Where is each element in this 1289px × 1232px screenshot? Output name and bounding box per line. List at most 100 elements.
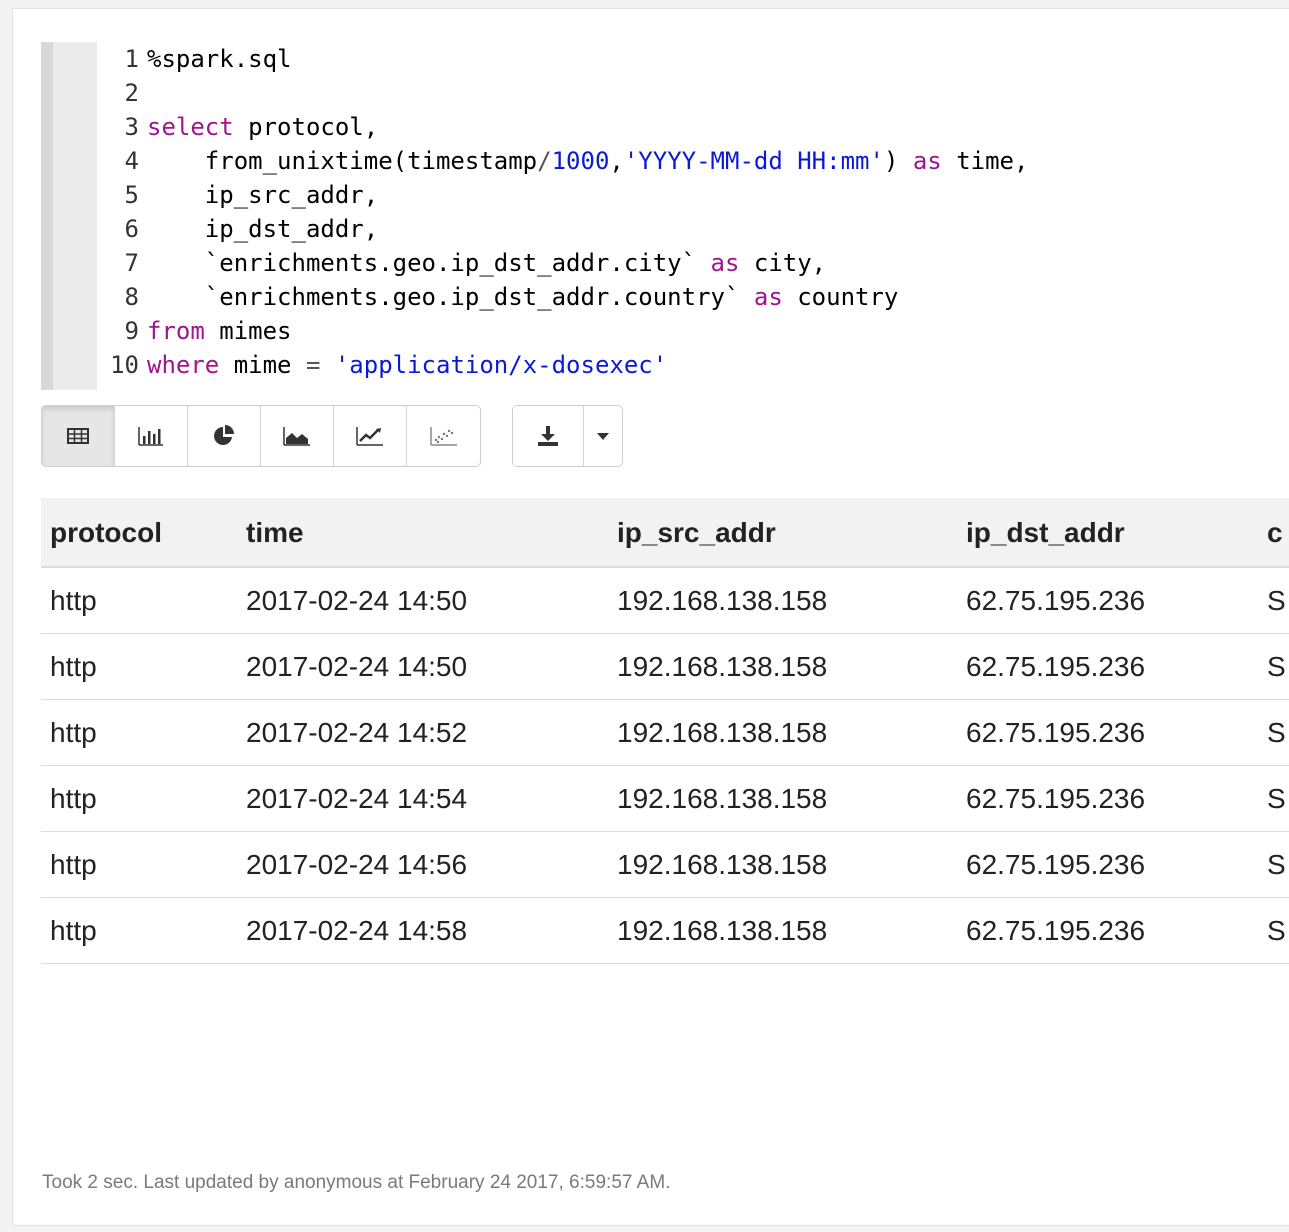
code-text: ip_src_addr, <box>147 178 378 212</box>
table-cell: S <box>1267 783 1286 814</box>
bar-chart-icon <box>138 427 163 446</box>
table-cell: 192.168.138.158 <box>617 717 828 748</box>
table-cell: 192.168.138.158 <box>617 651 828 682</box>
sql-token: `enrichments.geo.ip_dst_addr.country` <box>147 283 754 311</box>
table-cell: http <box>50 783 97 814</box>
bar-chart-button[interactable] <box>115 406 188 466</box>
line-number: 1 <box>124 45 139 73</box>
sql-token: city, <box>739 249 827 277</box>
table-cell: 2017-02-24 14:50 <box>246 651 468 682</box>
area-chart-icon <box>283 427 310 446</box>
sql-token: time, <box>941 147 1029 175</box>
table-cell: 192.168.138.158 <box>617 915 828 946</box>
column-header[interactable]: time <box>246 498 304 568</box>
table-cell: S <box>1267 849 1286 880</box>
table-cell: 62.75.195.236 <box>966 651 1146 682</box>
sql-token: protocol, <box>233 113 379 141</box>
sql-token: ip_dst_addr, <box>147 215 379 243</box>
table-row: http 2017-02-24 14:52 192.168.138.158 62.75… <box>41 700 1289 766</box>
code-text: ip_dst_addr, <box>147 212 378 246</box>
sql-keyword: as <box>912 147 942 175</box>
paragraph-status: Took 2 sec. Last updated by anonymous at… <box>42 1172 671 1193</box>
sql-keyword: as <box>710 249 740 277</box>
code-text: from_unixtime(timestamp/1000,'YYYY-MM-dd… <box>147 144 1029 178</box>
sql-string: 'YYYY-MM-dd HH:mm' <box>623 147 884 175</box>
table-row: http 2017-02-24 14:58 192.168.138.158 62.75… <box>41 898 1289 964</box>
table-cell: http <box>50 585 97 616</box>
code-text: from mimes <box>147 314 292 348</box>
caret-down-icon <box>597 432 609 440</box>
table-row: http 2017-02-24 14:54 192.168.138.158 62.75… <box>41 766 1289 832</box>
table-cell: S <box>1267 717 1286 748</box>
column-header[interactable]: ip_src_addr <box>617 498 776 568</box>
table-cell: 2017-02-24 14:50 <box>246 585 468 616</box>
sql-token: mime <box>219 351 306 379</box>
download-icon <box>538 426 558 446</box>
table-cell: 62.75.195.236 <box>966 915 1146 946</box>
sql-keyword: from <box>147 317 205 345</box>
table-row: http 2017-02-24 14:50 192.168.138.158 62.75… <box>41 634 1289 700</box>
visualization-toolbar <box>41 405 623 467</box>
line-number: 6 <box>124 215 139 243</box>
sql-token: from_unixtime(timestamp <box>147 147 538 175</box>
sql-token: / <box>537 147 552 175</box>
sql-keyword: select <box>147 113 234 141</box>
area-chart-button[interactable] <box>261 406 334 466</box>
line-number: 7 <box>124 249 139 277</box>
line-number: 9 <box>124 317 139 345</box>
table-cell: 62.75.195.236 <box>966 849 1146 880</box>
table-row: http 2017-02-24 14:56 192.168.138.158 62.75… <box>41 832 1289 898</box>
table-view-button[interactable] <box>42 406 115 466</box>
line-chart-button[interactable] <box>334 406 407 466</box>
table-body: http 2017-02-24 14:50 192.168.138.158 62.75… <box>41 568 1289 964</box>
line-number: 4 <box>124 147 139 175</box>
sql-keyword: as <box>753 283 783 311</box>
sql-token: ip_src_addr, <box>147 181 379 209</box>
table-cell: 62.75.195.236 <box>966 717 1146 748</box>
table-cell: S <box>1267 651 1286 682</box>
column-header[interactable]: protocol <box>50 498 162 568</box>
sql-token: `enrichments.geo.ip_dst_addr.city` <box>147 249 711 277</box>
scatter-chart-button[interactable] <box>407 406 480 466</box>
table-cell: 2017-02-24 14:56 <box>246 849 468 880</box>
table-cell: 2017-02-24 14:58 <box>246 915 468 946</box>
scatter-chart-icon <box>429 427 457 446</box>
table-cell: 62.75.195.236 <box>966 585 1146 616</box>
sql-string: 'application/x-dosexec' <box>334 351 668 379</box>
line-number: 10 <box>110 351 139 379</box>
line-number: 8 <box>124 283 139 311</box>
pie-chart-icon <box>214 425 234 445</box>
table-cell: S <box>1267 915 1286 946</box>
sql-token: , <box>609 147 624 175</box>
table-cell: http <box>50 651 97 682</box>
line-number: 2 <box>124 79 139 107</box>
table-cell: 192.168.138.158 <box>617 585 828 616</box>
line-number: 3 <box>124 113 139 141</box>
column-header[interactable]: ip_dst_addr <box>966 498 1125 568</box>
line-number: 5 <box>124 181 139 209</box>
code-text: %spark.sql <box>147 42 292 76</box>
code-text: `enrichments.geo.ip_dst_addr.city` as ci… <box>147 246 826 280</box>
table-cell: http <box>50 915 97 946</box>
table-row: http 2017-02-24 14:50 192.168.138.158 62.75… <box>41 568 1289 634</box>
code-text: `enrichments.geo.ip_dst_addr.country` as… <box>147 280 899 314</box>
table-cell: S <box>1267 585 1286 616</box>
sql-number: 1000 <box>551 147 610 175</box>
table-cell: 62.75.195.236 <box>966 783 1146 814</box>
download-dropdown-button[interactable] <box>584 406 622 466</box>
sql-keyword: where <box>147 351 220 379</box>
column-header[interactable]: c <box>1267 498 1283 568</box>
line-chart-icon <box>356 427 383 446</box>
download-button[interactable] <box>513 406 584 466</box>
table-cell: http <box>50 717 97 748</box>
table-cell: 2017-02-24 14:54 <box>246 783 468 814</box>
sql-token: %spark.sql <box>147 45 292 73</box>
download-button-group <box>512 405 623 467</box>
table-cell: http <box>50 849 97 880</box>
table-header: protocol time ip_src_addr ip_dst_addr c <box>41 498 1289 568</box>
table-icon <box>67 428 89 444</box>
code-editor[interactable]: 1 %spark.sql 2 3 select protocol, 4 from_unix… <box>41 42 1289 390</box>
pie-chart-button[interactable] <box>188 406 261 466</box>
table-cell: 2017-02-24 14:52 <box>246 717 468 748</box>
